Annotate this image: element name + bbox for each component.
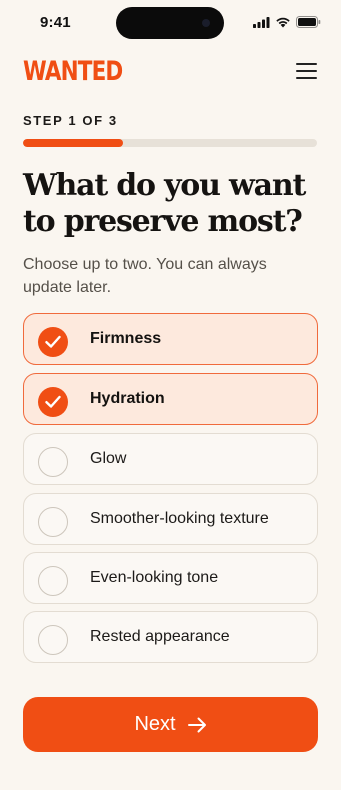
option-glow[interactable]: Glow bbox=[23, 433, 318, 485]
question-subtitle: Choose up to two. You can always update … bbox=[23, 256, 267, 296]
checkbox-icon bbox=[38, 447, 68, 477]
checkmark-icon bbox=[38, 327, 68, 357]
dynamic-island bbox=[116, 7, 224, 39]
step-label: STEP 1 OF 3 bbox=[23, 113, 118, 128]
option-label: Glow bbox=[90, 450, 127, 467]
option-even-tone[interactable]: Even-looking tone bbox=[23, 552, 318, 604]
battery-icon bbox=[296, 16, 321, 28]
arrow-right-icon bbox=[187, 717, 206, 732]
option-label: Smoother-looking texture bbox=[90, 510, 269, 527]
app-header: WANTED bbox=[0, 52, 341, 92]
signal-icon bbox=[253, 16, 270, 28]
option-rested-appearance[interactable]: Rested appearance bbox=[23, 611, 318, 663]
hamburger-menu-icon[interactable] bbox=[296, 62, 317, 80]
question-title: What do you want to preserve most? bbox=[23, 168, 306, 239]
checkbox-icon bbox=[38, 566, 68, 596]
next-button[interactable]: Next bbox=[23, 697, 318, 752]
status-icons bbox=[253, 16, 321, 28]
checkmark-icon bbox=[38, 387, 68, 417]
next-button-label: Next bbox=[134, 713, 176, 735]
option-hydration[interactable]: Hydration bbox=[23, 373, 318, 425]
checkbox-icon bbox=[38, 625, 68, 655]
status-time: 9:41 bbox=[40, 14, 71, 31]
checkbox-icon bbox=[38, 507, 68, 537]
camera-dot bbox=[202, 19, 210, 27]
brand-logo[interactable]: WANTED bbox=[23, 56, 123, 86]
option-label: Hydration bbox=[90, 390, 165, 407]
wifi-icon bbox=[276, 17, 290, 28]
progress-bar bbox=[23, 139, 317, 147]
progress-fill bbox=[23, 139, 123, 147]
option-firmness[interactable]: Firmness bbox=[23, 313, 318, 365]
option-label: Rested appearance bbox=[90, 628, 230, 645]
option-smoother-texture[interactable]: Smoother-looking texture bbox=[23, 493, 318, 545]
option-label: Even-looking tone bbox=[90, 569, 219, 586]
option-label: Firmness bbox=[90, 330, 162, 347]
status-bar: 9:41 bbox=[0, 0, 341, 46]
